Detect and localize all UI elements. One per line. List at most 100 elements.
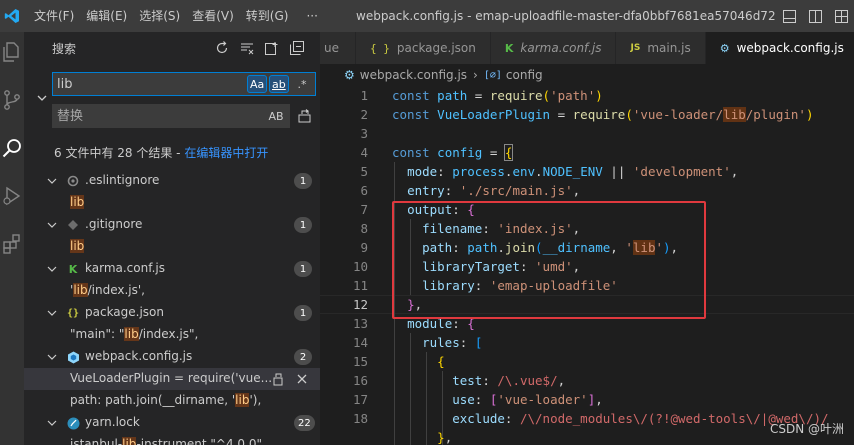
result-match[interactable]: istanbul-lib-instrument "^4.0.0" xyxy=(24,434,320,445)
use-regex-toggle[interactable]: .* xyxy=(293,75,311,93)
tab-package-json[interactable]: { } package.json xyxy=(356,32,491,64)
line-number: 6 xyxy=(360,183,368,198)
search-sidebar: 搜索 Aa ab .* AB 6 文件中有 28 个结果 - 在编辑器中打开 xyxy=(24,32,320,445)
menu-edit[interactable]: 编辑(E) xyxy=(80,0,133,32)
result-file-name: karma.conf.js xyxy=(85,261,165,275)
match-count-badge: 1 xyxy=(294,217,312,233)
line-number: 14 xyxy=(352,335,368,350)
menu-more[interactable]: ··· xyxy=(300,0,323,32)
open-in-editor-link[interactable]: 在编辑器中打开 xyxy=(184,146,268,160)
editor-tabs: ue { } package.json Kkarma.conf.js JS main… xyxy=(320,32,854,64)
title-bar: 文件(F) 编辑(E) 选择(S) 查看(V) 转到(G) ··· webpac… xyxy=(0,0,854,32)
result-file-gitignore[interactable]: .gitignore 1 xyxy=(24,214,320,236)
line-number: 3 xyxy=(360,126,368,141)
result-file-name: .eslintignore xyxy=(85,173,160,187)
match-count-badge: 2 xyxy=(294,349,312,365)
result-file-package-json[interactable]: {} package.json 1 xyxy=(24,302,320,324)
watermark: CSDN @叶洲 xyxy=(770,422,845,436)
menu-bar: 文件(F) 编辑(E) 选择(S) 查看(V) 转到(G) ··· xyxy=(28,0,324,32)
result-file-eslintignore[interactable]: .eslintignore 1 xyxy=(24,170,320,192)
match-count-badge: 1 xyxy=(294,173,312,189)
new-search-editor-icon[interactable] xyxy=(264,40,280,56)
toggle-panel-icon[interactable] xyxy=(776,0,802,32)
code-line: }, xyxy=(437,430,453,445)
result-match[interactable]: path: path.join(__dirname, 'lib'), xyxy=(24,390,320,412)
collapse-all-icon[interactable] xyxy=(289,40,305,56)
source-control-icon[interactable] xyxy=(0,82,24,118)
activity-bar xyxy=(0,32,24,445)
result-match[interactable]: 'lib/index.js', xyxy=(24,280,320,302)
code-line: entry: './src/main.js', xyxy=(407,183,581,198)
match-text: VueLoaderPlugin = require('vue... xyxy=(70,371,273,385)
chevron-down-icon xyxy=(46,261,58,280)
line-number: 17 xyxy=(352,392,368,407)
breadcrumb-symbol[interactable]: config xyxy=(506,68,543,82)
menu-selection[interactable]: 选择(S) xyxy=(133,0,186,32)
preserve-case-toggle[interactable]: AB xyxy=(267,107,285,125)
result-match[interactable]: lib xyxy=(24,192,320,214)
breadcrumb-file[interactable]: webpack.config.js xyxy=(360,68,467,82)
result-file-karma-conf[interactable]: K karma.conf.js 1 xyxy=(24,258,320,280)
menu-go[interactable]: 转到(G) xyxy=(240,0,295,32)
tab-webpack-config[interactable]: ⚙ webpack.config.js xyxy=(705,32,854,64)
result-file-name: yarn.lock xyxy=(85,415,140,429)
karma-icon: K xyxy=(504,41,514,55)
line-number: 18 xyxy=(352,411,368,426)
js-icon: JS xyxy=(630,43,641,53)
result-match[interactable]: lib xyxy=(24,236,320,258)
json-icon: {} xyxy=(66,307,80,319)
line-number: 2 xyxy=(360,107,368,122)
vscode-logo-icon xyxy=(0,0,24,32)
match-text: lib xyxy=(70,239,85,253)
webpack-icon: ⚙ xyxy=(344,68,355,82)
diamond-icon xyxy=(66,217,80,233)
code-line: const VueLoaderPlugin = require('vue-loa… xyxy=(392,107,814,122)
replace-input[interactable] xyxy=(53,105,233,127)
line-number: 16 xyxy=(352,373,368,388)
extensions-icon[interactable] xyxy=(0,226,24,262)
match-count-badge: 22 xyxy=(294,415,315,431)
match-whole-word-toggle[interactable]: ab xyxy=(269,75,289,93)
results-count-text: 6 文件中有 28 个结果 - xyxy=(54,146,185,160)
chevron-down-icon xyxy=(46,415,58,434)
grid-layout-icon[interactable] xyxy=(828,0,854,32)
webpack-icon xyxy=(66,349,80,365)
code-line: use: ['vue-loader'], xyxy=(452,392,603,407)
toggle-replace-icon[interactable] xyxy=(36,92,50,106)
result-file-name: package.json xyxy=(85,305,165,319)
result-match-selected[interactable]: VueLoaderPlugin = require('vue... xyxy=(24,368,320,390)
result-file-webpack-config[interactable]: webpack.config.js 2 xyxy=(24,346,320,368)
clear-results-icon[interactable] xyxy=(239,40,255,56)
code-line: rules: [ xyxy=(422,335,483,350)
line-number: 9 xyxy=(360,240,368,255)
dismiss-icon[interactable] xyxy=(294,371,310,387)
explorer-icon[interactable] xyxy=(0,34,24,70)
replace-icon[interactable] xyxy=(270,371,286,387)
result-match[interactable]: "main": "lib/index.js", xyxy=(24,324,320,346)
replace-all-icon[interactable] xyxy=(297,108,313,124)
window-title: webpack.config.js - emap-uploadfile-mast… xyxy=(356,9,776,23)
match-text: lib xyxy=(70,195,85,209)
results-summary: 6 文件中有 28 个结果 - 在编辑器中打开 xyxy=(54,144,268,161)
code-line: test: /\.vue$/, xyxy=(452,373,566,388)
tab-label: main.js xyxy=(647,41,691,55)
search-icon[interactable] xyxy=(0,130,24,166)
tab-hidden[interactable]: ue xyxy=(320,32,356,64)
result-file-name: webpack.config.js xyxy=(85,349,193,363)
match-case-toggle[interactable]: Aa xyxy=(247,75,268,93)
refresh-icon[interactable] xyxy=(214,40,230,56)
line-number: 10 xyxy=(352,259,368,274)
match-count-badge: 1 xyxy=(294,261,312,277)
tab-main-js[interactable]: JS main.js xyxy=(616,32,706,64)
menu-view[interactable]: 查看(V) xyxy=(186,0,240,32)
layout-icon[interactable] xyxy=(802,0,828,32)
results-tree: .eslintignore 1 lib .gitignore 1 lib K k… xyxy=(24,170,320,445)
menu-file[interactable]: 文件(F) xyxy=(28,0,80,32)
result-file-yarn-lock[interactable]: yarn.lock 22 xyxy=(24,412,320,434)
run-debug-icon[interactable] xyxy=(0,178,24,214)
tab-karma-conf[interactable]: Kkarma.conf.js xyxy=(490,32,617,64)
replace-field: AB xyxy=(52,104,290,128)
line-number: 13 xyxy=(352,316,368,331)
search-input[interactable] xyxy=(53,73,233,95)
tab-label: ue xyxy=(324,41,339,55)
